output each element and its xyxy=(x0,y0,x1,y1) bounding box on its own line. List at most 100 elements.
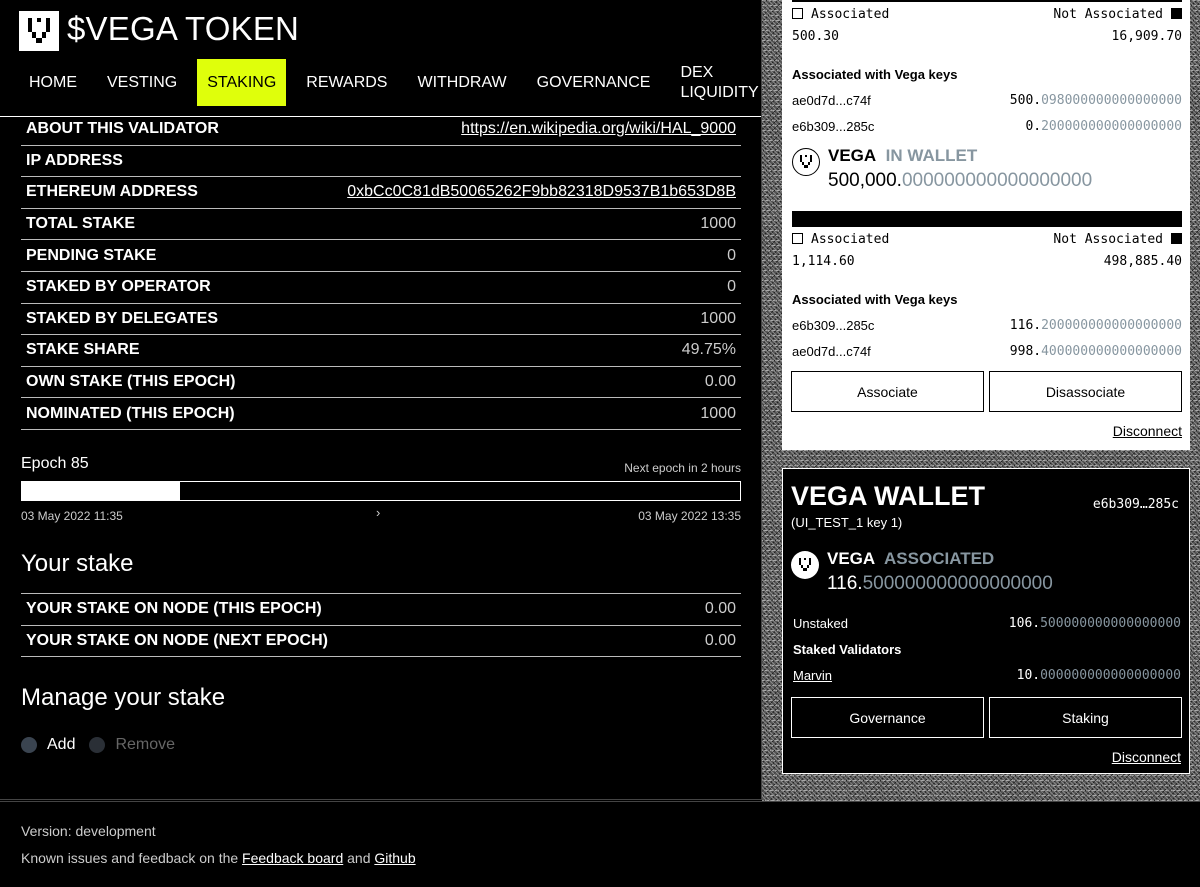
associate-button[interactable]: Associate xyxy=(791,371,984,412)
add-label: Add xyxy=(47,736,76,753)
associated-value: 500.30 xyxy=(792,29,839,44)
not-associated-label: Not Associated xyxy=(1053,232,1163,247)
amount-dec: 200000000000000000 xyxy=(1041,318,1182,333)
row-value: 1000 xyxy=(700,404,736,422)
row-label: IP ADDRESS xyxy=(26,151,123,169)
associated-swatch xyxy=(792,8,803,19)
list-item: e6b309...285c 116.200000000000000000 xyxy=(792,318,1182,333)
row-label: ETHEREUM ADDRESS xyxy=(26,183,198,201)
epoch-progress: Epoch 85 Next epoch in 2 hours 03 May 20… xyxy=(21,455,741,523)
vega-logo[interactable] xyxy=(19,11,59,51)
app-title: $VEGA TOKEN xyxy=(67,10,300,47)
disconnect-link[interactable]: Disconnect xyxy=(1113,423,1182,439)
associated-keys-label: Associated with Vega keys xyxy=(792,292,958,307)
validator-link[interactable]: Marvin xyxy=(793,668,832,683)
amount-int: 0. xyxy=(1025,119,1042,134)
row-label: ABOUT THIS VALIDATOR xyxy=(26,120,219,138)
row-label: STAKED BY OPERATOR xyxy=(26,278,211,296)
epoch-progress-bar xyxy=(21,481,741,501)
nav-dex-liquidity[interactable]: DEX LIQUIDITY xyxy=(670,59,766,106)
amount-dec: 200000000000000000 xyxy=(1041,119,1182,134)
main-content: $VEGA TOKEN HOME VESTING STAKING REWARDS… xyxy=(0,0,762,800)
feedback-board-link[interactable]: Feedback board xyxy=(242,850,343,866)
nav-governance[interactable]: GOVERNANCE xyxy=(527,59,661,106)
association-bar xyxy=(792,0,1182,2)
row-label: TOTAL STAKE xyxy=(26,215,136,233)
add-radio[interactable]: Add xyxy=(21,736,75,754)
table-row: TOTAL STAKE 1000 xyxy=(21,209,741,241)
nav-vesting[interactable]: VESTING xyxy=(97,59,187,106)
key-id: ae0d7d...c74f xyxy=(792,93,871,108)
governance-button[interactable]: Governance xyxy=(791,697,984,738)
staking-button[interactable]: Staking xyxy=(989,697,1182,738)
amount-int: 116. xyxy=(827,573,863,594)
token-name: VEGA xyxy=(828,146,877,165)
nav-staking[interactable]: STAKING xyxy=(197,59,287,106)
associated-label: Associated xyxy=(811,7,890,22)
vega-token-icon xyxy=(791,551,819,579)
row-value: 0.00 xyxy=(704,631,736,649)
association-legend: Associated Not Associated xyxy=(792,232,1182,247)
row-value: 0 xyxy=(727,246,736,264)
key-id: ae0d7d...c74f xyxy=(792,344,871,359)
amount-dec: 400000000000000000 xyxy=(1041,344,1182,359)
your-stake-heading: Your stake xyxy=(21,550,134,577)
associated-swatch xyxy=(792,233,803,244)
disconnect-link[interactable]: Disconnect xyxy=(1112,749,1181,765)
amount-dec: 500000000000000000 xyxy=(862,573,1053,594)
row-label: STAKE SHARE xyxy=(26,341,140,359)
row-value: 0.00 xyxy=(704,373,736,391)
github-link[interactable]: Github xyxy=(374,850,415,866)
table-row: PENDING STAKE 0 xyxy=(21,240,741,272)
table-row: STAKED BY OPERATOR 0 xyxy=(21,272,741,304)
association-values: 500.30 16,909.70 xyxy=(792,29,1182,44)
nav-withdraw[interactable]: WITHDRAW xyxy=(407,59,516,106)
not-associated-swatch xyxy=(1171,8,1182,19)
validator-url-link[interactable]: https://en.wikipedia.org/wiki/HAL_9000 xyxy=(461,120,736,138)
list-item: ae0d7d...c74f 500.098000000000000000 xyxy=(792,93,1182,108)
next-epoch-text: Next epoch in 2 hours xyxy=(624,461,741,475)
not-associated-swatch xyxy=(1171,233,1182,244)
ethereum-address-link[interactable]: 0xbCc0C81dB50065262F9bb82318D9537B1b653D… xyxy=(347,183,736,201)
table-row: STAKED BY DELEGATES 1000 xyxy=(21,304,741,336)
vega-wallet-panel: VEGA WALLET e6b309…285c (UI_TEST_1 key 1… xyxy=(782,468,1190,774)
amount-dec: 000000000000000000 xyxy=(1040,668,1181,683)
association-legend: Associated Not Associated xyxy=(792,7,1182,22)
feedback-and: and xyxy=(347,850,371,866)
not-associated-value: 16,909.70 xyxy=(1111,29,1182,44)
in-wallet-token: VEGA IN WALLET 500,000.00000000000000000… xyxy=(792,146,1092,192)
row-value: 0.00 xyxy=(704,600,736,618)
header: $VEGA TOKEN HOME VESTING STAKING REWARDS… xyxy=(0,0,761,117)
amount-dec: 098000000000000000 xyxy=(1041,93,1182,108)
list-item: ae0d7d...c74f 998.400000000000000000 xyxy=(792,344,1182,359)
token-status: ASSOCIATED xyxy=(884,549,995,568)
row-value: 49.75% xyxy=(681,341,736,359)
amount-int: 500. xyxy=(1009,93,1042,108)
nav-rewards[interactable]: REWARDS xyxy=(296,59,397,106)
nav-home[interactable]: HOME xyxy=(19,59,87,106)
amount-int: 116. xyxy=(1009,318,1042,333)
vega-wallet-title: VEGA WALLET xyxy=(791,481,985,511)
feedback-prefix: Known issues and feedback on the xyxy=(21,850,239,866)
epoch-progress-fill xyxy=(22,482,180,500)
vega-token-icon xyxy=(792,148,820,176)
stake-action-radios: Add Remove xyxy=(21,736,189,754)
table-row: OWN STAKE (THIS EPOCH) 0.00 xyxy=(21,367,741,399)
ethereum-wallet-panel: Associated Not Associated 500.30 16,909.… xyxy=(782,0,1190,450)
list-item: Marvin 10.000000000000000000 xyxy=(793,668,1181,683)
row-value: 0 xyxy=(727,278,736,296)
radio-circle[interactable] xyxy=(21,737,37,753)
key-id: e6b309...285c xyxy=(792,318,875,333)
footer: Version: development Known issues and fe… xyxy=(0,801,1200,887)
association-values: 1,114.60 498,885.40 xyxy=(792,254,1182,269)
amount-int: 500,000. xyxy=(828,170,902,191)
key-id: e6b309...285c xyxy=(792,119,875,134)
disassociate-button[interactable]: Disassociate xyxy=(989,371,1182,412)
list-item: e6b309...285c 0.200000000000000000 xyxy=(792,119,1182,134)
manage-stake-heading: Manage your stake xyxy=(21,684,226,711)
radio-circle[interactable] xyxy=(89,737,106,753)
epoch-start-time: 03 May 2022 11:35 xyxy=(21,509,123,523)
validator-table: ABOUT THIS VALIDATOR https://en.wikipedi… xyxy=(21,114,741,430)
remove-radio[interactable]: Remove xyxy=(89,736,175,754)
row-label: OWN STAKE (THIS EPOCH) xyxy=(26,373,236,391)
